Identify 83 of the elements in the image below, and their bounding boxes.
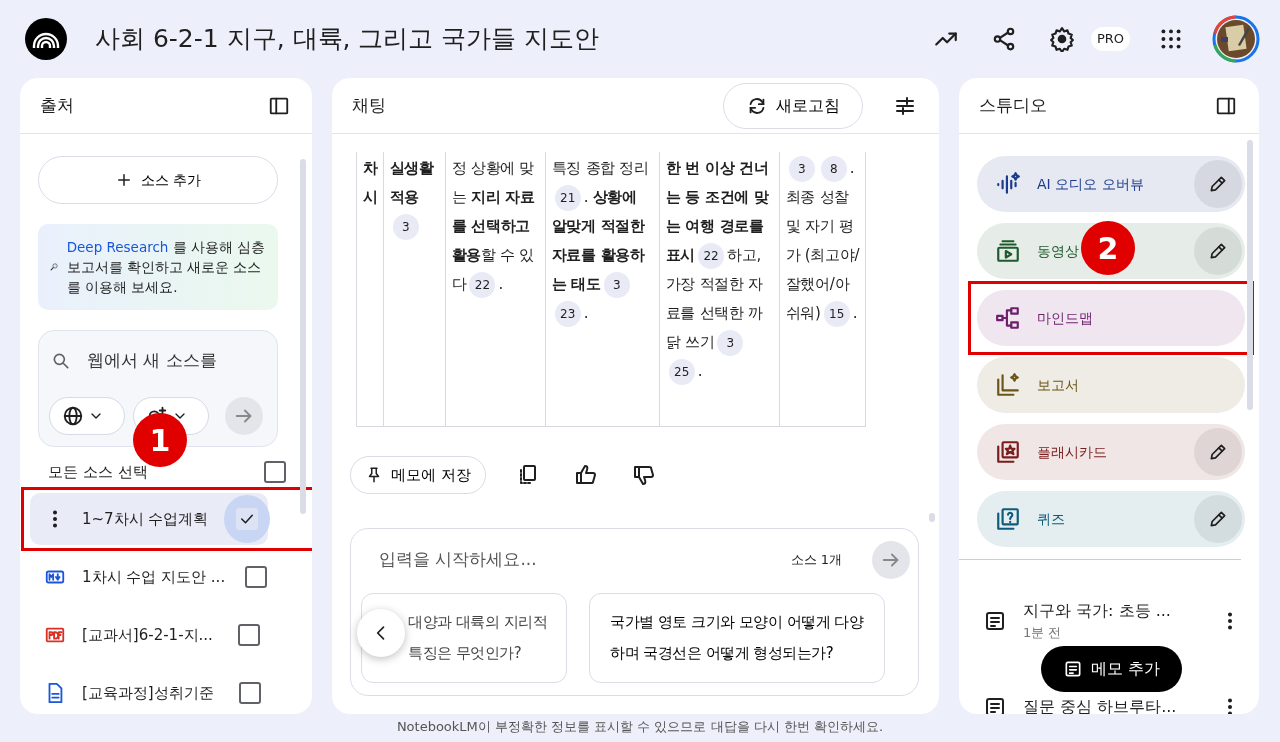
citation-chip[interactable]: 22 [698, 242, 725, 269]
settings-icon[interactable] [1048, 26, 1075, 52]
search-icon [51, 351, 71, 371]
pencil-icon [1208, 241, 1228, 261]
note-icon [983, 695, 1007, 714]
scrollbar[interactable] [1247, 140, 1253, 410]
panel-title: 채팅 [352, 93, 386, 117]
table-cell: 한 번 이상 건너는 등 조건에 맞는 여행 경로를 표시 22 하고, 가장 적절한 자료를 선택한 까닭 쓰기 3 25 . [659, 152, 780, 426]
note-icon [983, 609, 1007, 633]
suggestion-chip[interactable]: 대양과 대륙의 지리적 특징은 무엇인가? [361, 593, 567, 683]
citation-chip[interactable]: 21 [554, 184, 581, 211]
note-icon [1063, 659, 1083, 679]
citation-chip[interactable]: 25 [668, 358, 695, 385]
info-text: Deep Research 를 사용해 심층 보고서를 확인하고 새로운 소스를 이용해 보세요. [66, 238, 266, 297]
tile-label: 보고서 [1037, 375, 1079, 395]
studio-tile[interactable]: 보고서 [977, 357, 1245, 413]
citation-chip[interactable]: 3 [788, 155, 815, 182]
note-title[interactable]: 지구와 국가: 초등 ... [1023, 599, 1199, 624]
plan-badge: PRO [1090, 27, 1130, 51]
notebook-title[interactable]: 사회 6-2-1 지구, 대륙, 그리고 국가들 지도안 [95, 20, 600, 58]
tile-label: 마인드맵 [1037, 308, 1093, 328]
note-title[interactable]: 질문 중심 하브루타... [1023, 695, 1199, 714]
citation-chip[interactable]: 3 [603, 271, 630, 298]
studio-tile[interactable]: 마인드맵 [977, 290, 1245, 346]
suggestion-chip[interactable]: 국가별 영토 크기와 모양이 어떻게 다양하며 국경선은 어떻게 형성되는가? [589, 593, 885, 683]
source-checkbox[interactable] [238, 682, 261, 704]
edit-button[interactable] [1194, 495, 1242, 543]
thumbs-down-icon[interactable] [631, 463, 656, 487]
panel-title: 출처 [40, 93, 74, 117]
source-checkbox[interactable] [244, 566, 267, 588]
tile-label: AI 오디오 오버뷰 [1037, 174, 1144, 194]
tile-label: 동영상 [1037, 241, 1079, 261]
source-title[interactable]: 1차시 수업 지도안 ... [82, 565, 226, 589]
panel-title: 스튜디오 [979, 93, 1047, 117]
add-source-button[interactable]: 소스 추가 [38, 156, 278, 204]
scrollbar[interactable] [300, 159, 306, 514]
callout-marker: 1 [133, 413, 187, 467]
source-title[interactable]: [교육과정]성취기준 [82, 681, 214, 705]
citation-chip[interactable]: 23 [554, 300, 581, 327]
citation-chip[interactable]: 22 [469, 271, 496, 298]
table-cell: 특징 종합 정리 21 . 상황에 알맞게 적절한 자료를 활용하는 태도 3 23 . [545, 152, 660, 426]
citation-chip[interactable]: 3 [392, 213, 419, 240]
citation-chip[interactable]: 3 [717, 329, 744, 356]
scrollbar[interactable] [929, 513, 935, 522]
source-title[interactable]: [교과서]6-2-1-지... [82, 623, 213, 647]
pencil-icon [1208, 174, 1228, 194]
search-field[interactable]: 웹에서 새 소스를 [87, 348, 237, 374]
studio-tile[interactable]: AI 오디오 오버뷰 [977, 156, 1245, 212]
table-cell: 정 상황에 맞는 지리 자료를 선택하고 활용할 수 있다 22 . [445, 152, 546, 426]
citation-chip[interactable]: 15 [823, 300, 850, 327]
studio-tile[interactable]: 퀴즈 [977, 491, 1245, 547]
source-title: 1~7차시 수업계획 [82, 508, 209, 530]
deep-research-link[interactable]: Deep Research [66, 239, 169, 255]
edit-button[interactable] [1194, 227, 1242, 275]
pencil-icon [1208, 442, 1228, 462]
edit-button[interactable] [1194, 428, 1242, 476]
disclaimer-text: NotebookLM이 부정확한 정보를 표시할 수 있으므로 대답을 다시 한번 확인하세요. [396, 718, 884, 736]
pencil-icon [1208, 509, 1228, 529]
edit-button[interactable] [1194, 160, 1242, 208]
save-to-note-button[interactable]: 메모에 저장 [350, 456, 486, 494]
source-count: 소스 1개 [790, 551, 842, 570]
source-checkbox[interactable] [236, 508, 259, 530]
thumbs-up-icon[interactable] [573, 463, 598, 487]
callout-marker: 2 [1081, 221, 1135, 275]
submit-button[interactable] [225, 397, 263, 435]
source-item[interactable]: 1~7차시 수업계획 [30, 493, 268, 545]
table-cell: 차시 [356, 152, 384, 426]
tile-label: 플래시카드 [1037, 442, 1107, 462]
studio-tile[interactable]: 동영상 2 [977, 223, 1245, 279]
source-checkbox[interactable] [238, 624, 261, 646]
logo-icon[interactable] [25, 18, 67, 60]
studio-tile[interactable]: 플래시카드 [977, 424, 1245, 480]
table-cell: 3 8 . 최종 성찰 및 자기 평가 (최고야/잘했어/아쉬워) 15 . [779, 152, 866, 426]
note-time: 1분 전 [1023, 624, 1063, 643]
table-cell: 실생활 적용 3 [383, 152, 446, 426]
select-all-checkbox[interactable] [264, 461, 286, 483]
add-note-button[interactable]: 메모 추가 [1041, 646, 1183, 692]
tile-label: 퀴즈 [1037, 509, 1065, 529]
citation-chip[interactable]: 8 [820, 155, 847, 182]
refresh-button[interactable]: 새로고침 [723, 82, 863, 129]
globe-icon [62, 405, 84, 427]
source-type-dropdown[interactable] [49, 397, 125, 435]
send-button[interactable] [872, 541, 910, 579]
